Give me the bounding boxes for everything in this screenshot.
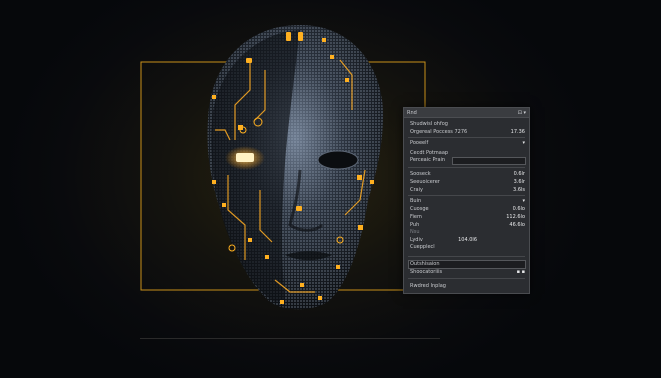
prop-label: Shudwisl ohfog <box>410 121 448 127</box>
floor-reflection-line <box>140 338 440 339</box>
slider-row[interactable]: Puh 46.6lo <box>410 222 525 228</box>
right-eye <box>317 150 359 170</box>
dropdown-row[interactable]: Buin ▾ <box>410 198 525 204</box>
slider-row[interactable]: Craiy 3.6ls <box>410 187 525 193</box>
prop-label: Perceaic Prain <box>410 157 446 163</box>
prop-value[interactable]: 0.6lr <box>514 171 525 177</box>
toggle-icons[interactable]: ▪ ▪ <box>517 269 525 275</box>
properties-panel: Rnd ⊡ ▾ Shudwisl ohfog Orgereal Poccess … <box>403 107 530 294</box>
prop-row: Nsu <box>410 229 525 235</box>
prop-value: 104.0l6 <box>458 237 477 243</box>
panel-header: Rnd ⊡ ▾ <box>404 108 529 118</box>
slider-row[interactable]: Fiem 112.6lo <box>410 214 525 220</box>
chevron-down-icon[interactable]: ▾ <box>522 198 525 204</box>
prop-value[interactable]: 112.6lo <box>506 214 525 220</box>
prop-value[interactable]: 3.6lr <box>514 179 525 185</box>
prop-label: Cuepplecl <box>410 244 435 250</box>
prop-row: Orgereal Poccess 7276 17.36 <box>410 129 525 135</box>
prop-value[interactable]: 46.6lo <box>509 222 525 228</box>
prop-label: Nsu <box>410 229 420 235</box>
slider-row[interactable]: Seeuoicerer 3.6lr <box>410 179 525 185</box>
divider <box>408 195 525 196</box>
prop-label: Shoocatoriiis <box>410 269 443 275</box>
prop-row: Cuepplecl <box>410 244 525 250</box>
slider-row[interactable]: Sooseck 0.6lr <box>410 171 525 177</box>
prop-value: 17.36 <box>510 129 525 135</box>
divider <box>408 278 525 279</box>
prop-label: Fiem <box>410 214 422 220</box>
prop-row: Rwdred Inplag <box>410 283 525 289</box>
prop-label: Sooseck <box>410 171 431 177</box>
cyber-face-illustration <box>140 25 426 310</box>
prop-label: Puh <box>410 222 420 228</box>
prop-label: Craiy <box>410 187 423 193</box>
input-row[interactable]: Outshisaion <box>410 261 525 267</box>
prop-value[interactable]: 3.6ls <box>513 187 525 193</box>
prop-label: Cecdt Potmaap <box>410 150 449 156</box>
prop-label: Orgereal Poccess 7276 <box>410 129 468 135</box>
prop-label: Cuosge <box>410 206 429 212</box>
prop-row: Shudwisl ohfog <box>410 121 525 127</box>
prop-label: Pooeelf <box>410 140 429 146</box>
dropdown-row[interactable]: Pooeelf ▾ <box>410 140 525 146</box>
divider <box>408 167 525 168</box>
slider-row[interactable]: Cuosge 0.6lo <box>410 206 525 212</box>
chevron-down-icon[interactable]: ▾ <box>522 140 525 146</box>
panel-title: Rnd <box>407 109 417 116</box>
panel-menu-icon[interactable]: ⊡ ▾ <box>518 110 526 116</box>
prop-label: Seeuoicerer <box>410 179 440 185</box>
prop-row: Cecdt Potmaap <box>410 150 525 156</box>
prop-row[interactable]: Shoocatoriiis ▪ ▪ <box>410 269 525 275</box>
left-eye <box>236 153 254 162</box>
prop-row: Lydiv 104.0l6 <box>410 237 477 243</box>
prop-value[interactable]: 0.6lo <box>513 206 525 212</box>
prop-label: Rwdred Inplag <box>410 283 446 289</box>
divider <box>408 256 525 257</box>
prop-label: Lydiv <box>410 237 423 243</box>
prop-label: Outshisaion <box>410 261 440 267</box>
prop-label: Buin <box>410 198 422 204</box>
divider <box>408 137 525 138</box>
text-field[interactable] <box>452 157 526 165</box>
scene: Rnd ⊡ ▾ Shudwisl ohfog Orgereal Poccess … <box>0 0 661 378</box>
